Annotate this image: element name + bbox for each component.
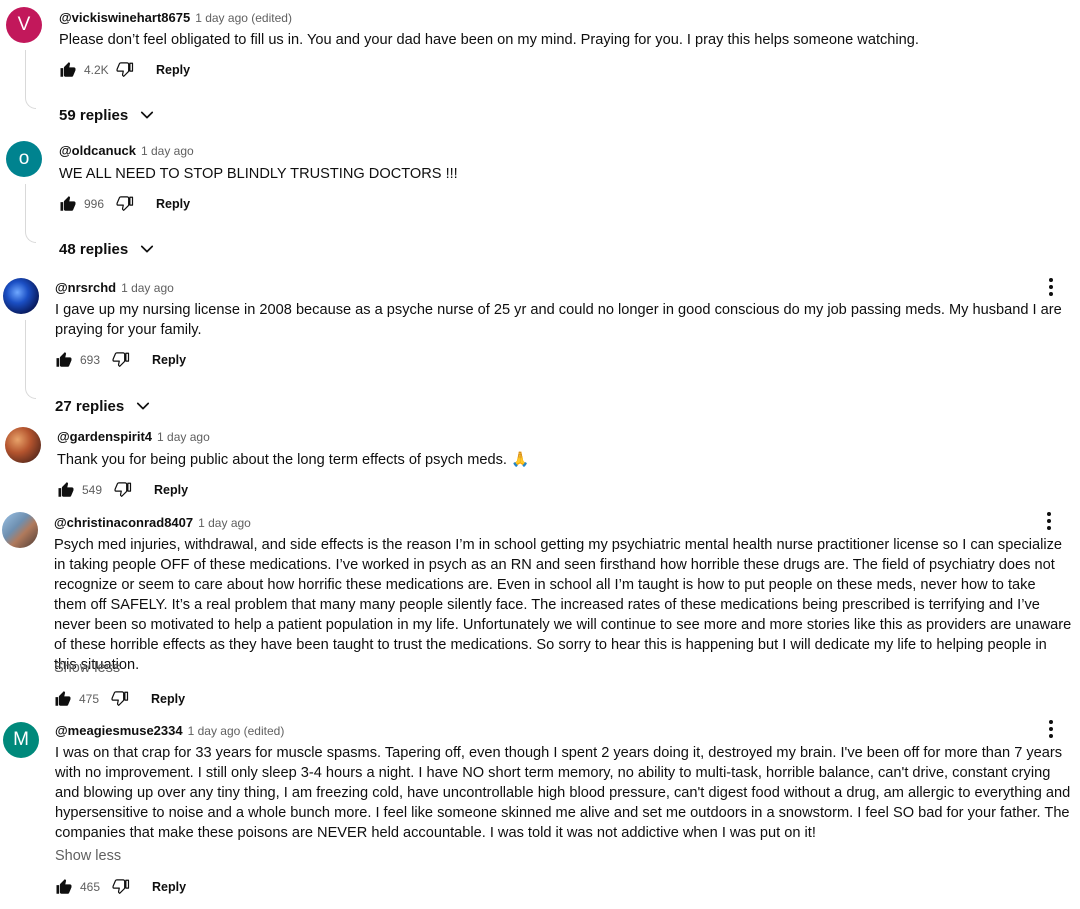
- comment-actions: 996 Reply: [59, 194, 190, 214]
- replies-count-label: 48 replies: [59, 240, 129, 258]
- comment-header: @oldcanuck 1 day ago: [59, 143, 194, 158]
- thumbs-down-icon[interactable]: [114, 481, 132, 499]
- comment-header: @gardenspirit4 1 day ago: [57, 429, 210, 444]
- comment-header: @vickiswinehart8675 1 day ago (edited): [59, 10, 292, 25]
- thumbs-up-icon[interactable]: [55, 878, 73, 896]
- thumbs-down-icon[interactable]: [112, 351, 130, 369]
- thumbs-up-icon[interactable]: [59, 61, 77, 79]
- comment-actions: 4.2K Reply: [59, 60, 190, 80]
- comment-header: @meagiesmuse2334 1 day ago (edited): [55, 723, 284, 738]
- author-name[interactable]: @nrsrchd: [55, 280, 116, 295]
- avatar-letter: o: [18, 148, 30, 169]
- timestamp[interactable]: 1 day ago (edited): [188, 724, 285, 738]
- comment-text: Psych med injuries, withdrawal, and side…: [54, 537, 1072, 673]
- avatar[interactable]: M: [3, 722, 39, 758]
- like-count: 549: [82, 483, 103, 497]
- thumbs-down-icon[interactable]: [116, 61, 134, 79]
- thread-connector: [25, 320, 36, 399]
- comment-header: @nrsrchd 1 day ago: [55, 280, 174, 295]
- reply-button[interactable]: Reply: [152, 880, 186, 894]
- like-count: 465: [80, 880, 101, 894]
- show-less-button[interactable]: Show less: [54, 660, 120, 676]
- comment-actions: 475 Reply: [54, 689, 185, 709]
- timestamp[interactable]: 1 day ago (edited): [195, 11, 292, 25]
- reply-button[interactable]: Reply: [152, 353, 186, 367]
- avatar[interactable]: [2, 512, 38, 548]
- more-vert-icon[interactable]: [1046, 512, 1052, 530]
- author-name[interactable]: @meagiesmuse2334: [55, 723, 183, 738]
- view-replies-button[interactable]: 48 replies: [59, 240, 156, 258]
- thumbs-up-icon[interactable]: [59, 195, 77, 213]
- thumbs-down-icon[interactable]: [112, 878, 130, 896]
- comment-actions: 549 Reply: [57, 480, 188, 500]
- author-name[interactable]: @vickiswinehart8675: [59, 10, 190, 25]
- author-name[interactable]: @oldcanuck: [59, 143, 136, 158]
- like-count: 4.2K: [84, 63, 109, 77]
- thumbs-up-icon[interactable]: [57, 481, 75, 499]
- comment-header: @christinaconrad8407 1 day ago: [54, 515, 251, 530]
- replies-count-label: 27 replies: [55, 397, 125, 415]
- view-replies-button[interactable]: 59 replies: [59, 106, 156, 124]
- more-vert-icon[interactable]: [1048, 278, 1054, 296]
- thumbs-down-icon[interactable]: [111, 690, 129, 708]
- avatar-letter: M: [13, 729, 29, 750]
- avatar[interactable]: [5, 427, 41, 463]
- timestamp[interactable]: 1 day ago: [157, 430, 210, 444]
- thumbs-up-icon[interactable]: [55, 351, 73, 369]
- like-count: 693: [80, 353, 101, 367]
- comment-text: I gave up my nursing license in 2008 bec…: [55, 302, 1062, 338]
- view-replies-button[interactable]: 27 replies: [55, 397, 152, 415]
- chevron-down-icon: [134, 397, 152, 415]
- show-less-button[interactable]: Show less: [55, 848, 121, 864]
- comment-text: Thank you for being public about the lon…: [57, 452, 530, 468]
- chevron-down-icon: [138, 106, 156, 124]
- timestamp[interactable]: 1 day ago: [198, 516, 251, 530]
- comment-actions: 693 Reply: [55, 350, 186, 370]
- replies-count-label: 59 replies: [59, 106, 129, 124]
- like-count: 475: [79, 692, 100, 706]
- avatar[interactable]: o: [6, 141, 42, 177]
- avatar[interactable]: V: [6, 7, 42, 43]
- thumbs-down-icon[interactable]: [116, 195, 134, 213]
- comment-text: I was on that crap for 33 years for musc…: [55, 745, 1071, 841]
- comment-text: Please don’t feel obligated to fill us i…: [59, 32, 919, 48]
- reply-button[interactable]: Reply: [154, 483, 188, 497]
- thumbs-up-icon[interactable]: [54, 690, 72, 708]
- timestamp[interactable]: 1 day ago: [141, 144, 194, 158]
- reply-button[interactable]: Reply: [156, 63, 190, 77]
- more-vert-icon[interactable]: [1048, 720, 1054, 738]
- like-count: 996: [84, 197, 105, 211]
- avatar-letter: V: [17, 14, 31, 35]
- reply-button[interactable]: Reply: [151, 692, 185, 706]
- comment-actions: 465 Reply: [55, 877, 186, 897]
- thread-connector: [25, 50, 36, 109]
- reply-button[interactable]: Reply: [156, 197, 190, 211]
- thread-connector: [25, 184, 36, 243]
- author-name[interactable]: @christinaconrad8407: [54, 515, 193, 530]
- author-name[interactable]: @gardenspirit4: [57, 429, 152, 444]
- timestamp[interactable]: 1 day ago: [121, 281, 174, 295]
- avatar[interactable]: [3, 278, 39, 314]
- chevron-down-icon: [138, 240, 156, 258]
- comment-text: WE ALL NEED TO STOP BLINDLY TRUSTING DOC…: [59, 166, 458, 182]
